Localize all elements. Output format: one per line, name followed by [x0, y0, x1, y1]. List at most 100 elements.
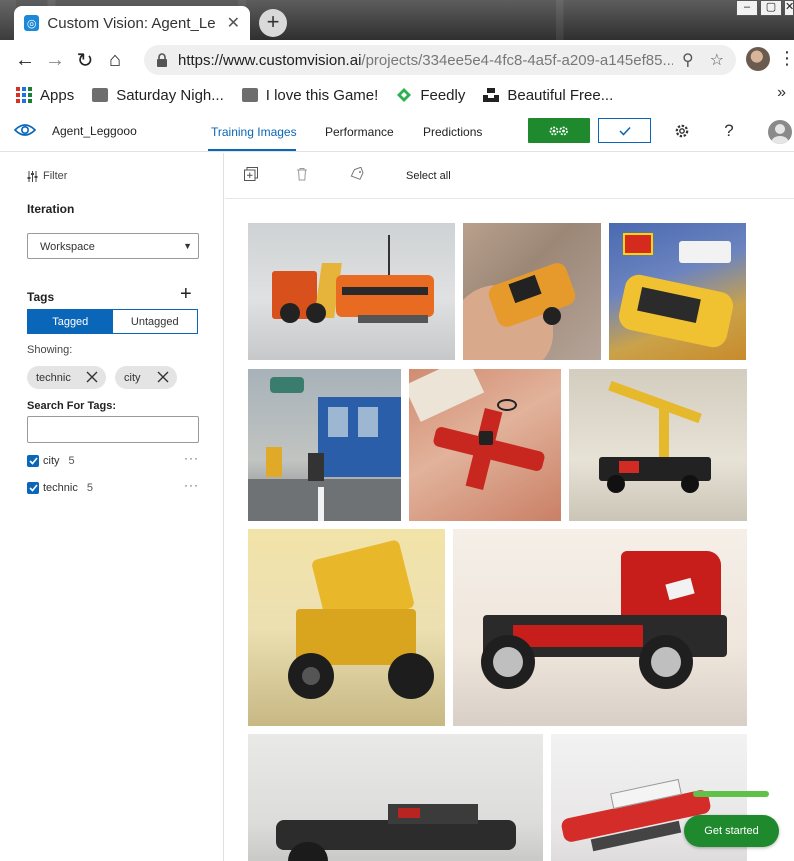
home-icon[interactable]: ⌂: [100, 49, 130, 72]
check-icon: [28, 484, 38, 492]
bookmark-label: Feedly: [420, 86, 466, 104]
bookmark-label: Apps: [40, 86, 75, 104]
filter-toggle[interactable]: Filter: [27, 170, 67, 182]
iteration-select[interactable]: Workspace ▼: [27, 233, 199, 259]
custom-vision-favicon-icon: ◎: [24, 15, 40, 31]
remove-tag-x-icon[interactable]: [86, 371, 98, 383]
new-tab-button[interactable]: +: [259, 9, 287, 37]
tag-name: technic: [43, 482, 78, 494]
tag-checkbox-city[interactable]: [27, 455, 39, 467]
browser-chrome: ◎ Custom Vision: Agent_Le ✕ + – ▢ ✕ ← → …: [0, 0, 794, 110]
url-text: https://www.customvision.ai/projects/334…: [178, 52, 673, 69]
pill-label: city: [124, 371, 141, 384]
tag-name: city: [43, 455, 60, 467]
remove-tag-x-icon[interactable]: [157, 371, 169, 383]
add-images-icon[interactable]: [244, 167, 258, 181]
showing-tag-pill-city: city: [115, 366, 177, 389]
active-tab-indicator: [208, 149, 296, 151]
bookmark-i-love-this-game[interactable]: I love this Game!: [241, 87, 378, 104]
tab-predictions[interactable]: Predictions: [423, 125, 482, 139]
untagged-button[interactable]: Untagged: [112, 310, 197, 333]
bookmark-saturday-night[interactable]: Saturday Nigh...: [92, 87, 224, 104]
image-thumbnail[interactable]: [409, 369, 561, 521]
get-started-button[interactable]: Get started: [684, 815, 779, 847]
bookmarks-overflow-icon[interactable]: »: [777, 84, 786, 102]
select-all-button[interactable]: Select all: [406, 170, 451, 182]
browser-toolbar: ← → ↻ ⌂ https://www.customvision.ai/proj…: [0, 40, 794, 80]
back-arrow-icon[interactable]: ←: [10, 49, 40, 72]
project-name[interactable]: Agent_Leggooo: [52, 124, 137, 138]
browser-profile-avatar[interactable]: [746, 47, 770, 71]
custom-vision-eye-logo-icon[interactable]: [14, 122, 36, 138]
checkmark-icon: [618, 126, 631, 136]
filter-sliders-icon: [27, 170, 38, 182]
filter-sidebar: Filter Iteration Workspace ▼ Tags + Tagg…: [0, 153, 224, 861]
browser-tab[interactable]: ◎ Custom Vision: Agent_Le ✕: [14, 6, 250, 40]
delete-trash-icon[interactable]: [295, 167, 309, 181]
image-toolbar: Select all: [225, 153, 794, 199]
user-avatar[interactable]: [768, 120, 792, 144]
url-domain: https://www.customvision.ai: [178, 51, 362, 69]
image-thumbnail[interactable]: [569, 369, 747, 521]
browser-menu-icon[interactable]: ⋮: [778, 48, 794, 69]
apps-grid-icon: [16, 87, 32, 103]
tab-training-images[interactable]: Training Images: [211, 125, 297, 139]
quick-test-button[interactable]: [598, 118, 651, 143]
search-tags-input[interactable]: [27, 416, 199, 443]
bookmarks-bar: Apps Saturday Nigh... I love this Game! …: [0, 80, 794, 110]
lock-icon: [157, 53, 167, 67]
add-tag-plus-icon[interactable]: +: [180, 284, 192, 304]
forward-arrow-icon[interactable]: →: [40, 49, 70, 72]
image-thumbnail[interactable]: [248, 529, 445, 726]
image-thumbnail[interactable]: [453, 529, 747, 726]
showing-label: Showing:: [27, 344, 73, 356]
image-thumbnail[interactable]: [248, 369, 401, 521]
tag-images-icon[interactable]: [350, 167, 364, 181]
tag-row-technic[interactable]: technic 5 ···: [27, 478, 199, 496]
tag-more-options-icon[interactable]: ···: [184, 478, 199, 492]
tagged-button[interactable]: Tagged: [28, 310, 113, 333]
dropdown-caret-icon: ▼: [183, 241, 192, 251]
tagged-untagged-toggle: Tagged Untagged: [27, 309, 198, 334]
tab-title: Custom Vision: Agent_Le: [47, 14, 216, 32]
iteration-selected-value: Workspace: [40, 241, 95, 253]
search-tags-label: Search For Tags:: [27, 400, 117, 412]
tag-count: 5: [68, 455, 75, 467]
feedly-icon: [397, 88, 412, 102]
check-icon: [28, 457, 38, 465]
maximize-window-button[interactable]: ▢: [760, 0, 782, 16]
gears-icon: [549, 126, 568, 135]
unsplash-icon: [483, 88, 500, 102]
image-thumbnail[interactable]: [609, 223, 746, 360]
close-window-button[interactable]: ✕: [784, 0, 794, 16]
train-button[interactable]: [528, 118, 590, 143]
filter-label: Filter: [43, 170, 68, 182]
image-thumbnail[interactable]: [463, 223, 601, 360]
tags-heading: Tags: [27, 290, 55, 304]
tab-close-icon[interactable]: ✕: [227, 13, 240, 33]
tag-checkbox-technic[interactable]: [27, 482, 39, 494]
image-thumbnail[interactable]: [248, 223, 455, 360]
settings-gear-icon[interactable]: [673, 122, 691, 140]
tag-more-options-icon[interactable]: ···: [184, 451, 199, 465]
address-bar[interactable]: https://www.customvision.ai/projects/334…: [144, 45, 736, 75]
bookmark-beautiful-free[interactable]: Beautiful Free...: [483, 87, 613, 104]
tag-row-city[interactable]: city 5 ···: [27, 451, 199, 469]
bookmark-label: Beautiful Free...: [507, 86, 614, 104]
iteration-heading: Iteration: [27, 202, 75, 216]
folder-icon: [241, 88, 258, 102]
onboarding-progress-bar: [693, 791, 769, 797]
help-icon[interactable]: ?: [720, 121, 738, 140]
reload-icon[interactable]: ↻: [70, 48, 100, 73]
bookmark-label: Saturday Nigh...: [116, 86, 224, 104]
bookmark-feedly[interactable]: Feedly: [396, 87, 465, 104]
bookmark-apps[interactable]: Apps: [16, 87, 74, 104]
minimize-window-button[interactable]: –: [736, 0, 758, 16]
tag-count: 5: [86, 482, 93, 494]
image-thumbnail[interactable]: [248, 734, 543, 861]
bookmark-star-icon[interactable]: ☆: [710, 50, 724, 70]
zoom-icon[interactable]: ⚲: [682, 50, 694, 70]
app-header: Agent_Leggooo Training Images Performanc…: [0, 110, 794, 152]
showing-tag-pill-technic: technic: [27, 366, 106, 389]
tab-performance[interactable]: Performance: [325, 125, 394, 139]
